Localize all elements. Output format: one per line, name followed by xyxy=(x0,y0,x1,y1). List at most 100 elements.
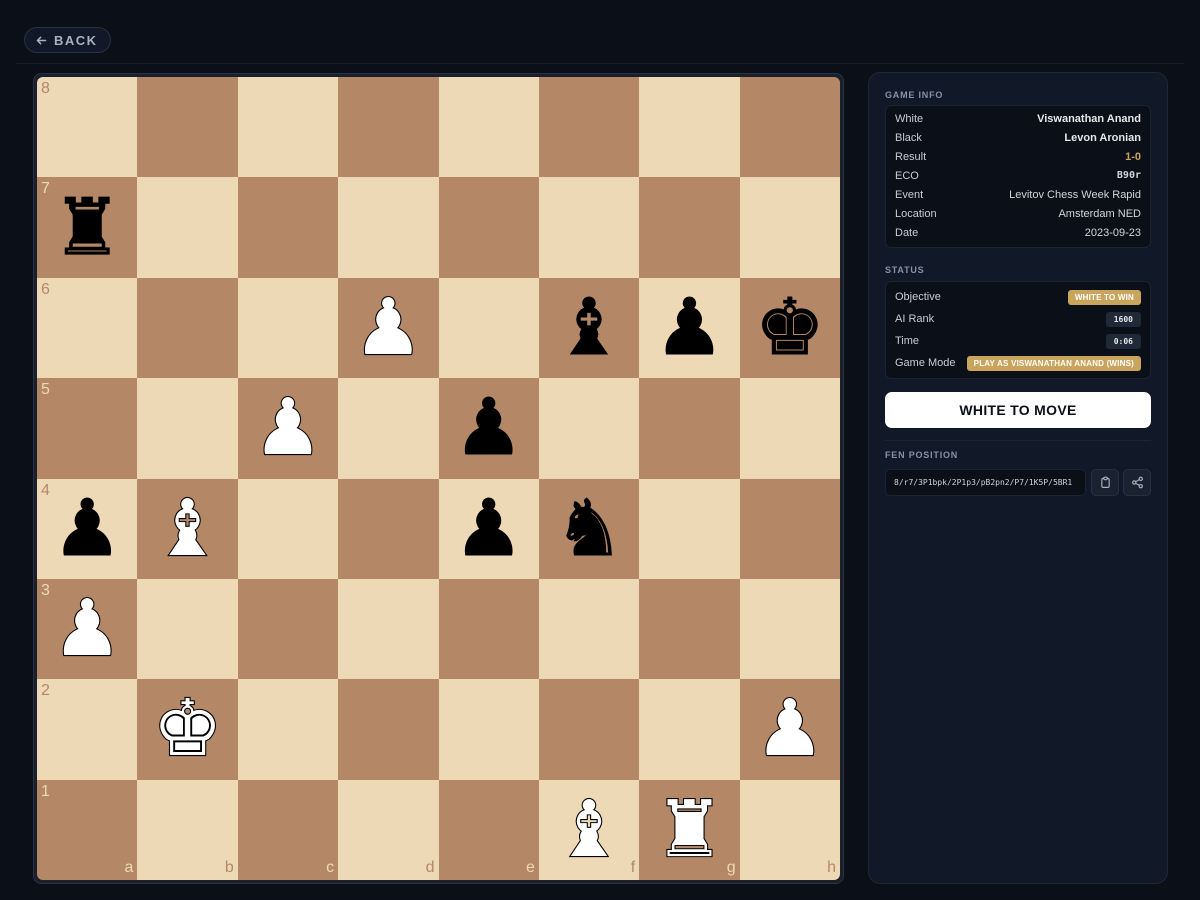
square-f7[interactable] xyxy=(538,177,640,278)
square-c5[interactable]: ♟ xyxy=(237,378,339,479)
square-c7[interactable] xyxy=(237,177,339,278)
square-h6[interactable]: ♚ xyxy=(739,277,840,379)
white-bishop-piece[interactable]: ♝ xyxy=(553,790,625,870)
square-e8[interactable] xyxy=(438,77,539,178)
square-c2[interactable] xyxy=(237,679,339,780)
square-b2[interactable]: ♚ xyxy=(137,679,238,780)
square-f8[interactable] xyxy=(538,77,640,178)
square-e3[interactable] xyxy=(438,578,539,680)
square-g1[interactable]: g ♜ xyxy=(639,779,740,880)
square-e4[interactable]: ♟ xyxy=(438,478,539,579)
white-bishop-piece[interactable]: ♝ xyxy=(151,489,223,569)
square-d3[interactable] xyxy=(338,578,439,680)
square-c4[interactable] xyxy=(237,478,339,579)
square-g2[interactable] xyxy=(639,679,740,780)
info-row-white: White Viswanathan Anand xyxy=(886,109,1150,128)
square-f3[interactable] xyxy=(538,578,640,680)
share-button[interactable] xyxy=(1123,469,1151,496)
square-d8[interactable] xyxy=(338,77,439,178)
file-label: d xyxy=(425,859,435,876)
black-pawn-piece[interactable]: ♟ xyxy=(654,288,725,367)
square-g7[interactable] xyxy=(639,177,740,278)
square-d2[interactable] xyxy=(338,679,439,780)
square-d1[interactable]: d xyxy=(338,779,439,880)
square-h2[interactable]: ♟ xyxy=(739,679,840,780)
rank-label: 2 xyxy=(41,682,50,700)
share-icon xyxy=(1131,476,1143,489)
square-g5[interactable] xyxy=(639,378,740,479)
black-rook-piece[interactable]: ♜ xyxy=(52,188,123,267)
square-b8[interactable] xyxy=(137,77,238,178)
rank-label: 8 xyxy=(41,80,50,97)
square-a4[interactable]: 4 ♟ xyxy=(37,478,138,579)
square-h3[interactable] xyxy=(739,578,840,680)
square-h1[interactable]: h xyxy=(739,779,840,880)
square-d4[interactable] xyxy=(338,478,439,579)
square-d6[interactable]: ♟ xyxy=(338,277,439,379)
square-d7[interactable] xyxy=(338,177,439,278)
black-pawn-piece[interactable]: ♟ xyxy=(453,389,524,468)
square-f1[interactable]: f ♝ xyxy=(538,779,640,880)
black-king-piece[interactable]: ♚ xyxy=(754,288,825,367)
square-b6[interactable] xyxy=(137,277,238,379)
square-g4[interactable] xyxy=(639,478,740,579)
square-h5[interactable] xyxy=(739,378,840,479)
info-key: White xyxy=(895,112,924,125)
square-e5[interactable]: ♟ xyxy=(438,378,539,479)
game-info-card: White Viswanathan Anand Black Levon Aronia… xyxy=(885,105,1151,248)
square-c6[interactable] xyxy=(237,277,339,379)
black-bishop-piece[interactable]: ♝ xyxy=(554,288,625,367)
square-f5[interactable] xyxy=(538,378,640,479)
square-a7[interactable]: 7 ♜ xyxy=(37,177,138,278)
square-g8[interactable] xyxy=(639,77,740,178)
square-a2[interactable]: 2 xyxy=(37,679,138,780)
file-label: c xyxy=(326,859,335,876)
turn-indicator-button[interactable]: WHITE TO MOVE xyxy=(885,392,1151,428)
square-a5[interactable]: 5 xyxy=(37,378,138,479)
status-card: Objective WHITE TO WIN AI Rank 1600 Time 0:… xyxy=(885,281,1151,379)
square-a8[interactable]: 8 xyxy=(37,77,138,178)
square-f6[interactable]: ♝ xyxy=(538,277,640,379)
white-pawn-piece[interactable]: ♟ xyxy=(51,589,123,669)
square-g6[interactable]: ♟ xyxy=(639,277,740,379)
square-h8[interactable] xyxy=(739,77,840,178)
white-king-piece[interactable]: ♚ xyxy=(151,689,223,769)
square-e2[interactable] xyxy=(438,679,539,780)
white-pawn-piece[interactable]: ♟ xyxy=(352,288,424,368)
square-d5[interactable] xyxy=(338,378,439,479)
rank-label: 5 xyxy=(41,381,50,399)
white-player: Viswanathan Anand xyxy=(1037,112,1141,125)
square-e1[interactable]: e xyxy=(438,779,539,880)
square-f2[interactable] xyxy=(538,679,640,780)
square-f4[interactable]: ♞ xyxy=(538,478,640,579)
square-h7[interactable] xyxy=(739,177,840,278)
square-c3[interactable] xyxy=(237,578,339,680)
square-h4[interactable] xyxy=(739,478,840,579)
fen-field[interactable]: 8/r7/3P1bpk/2P1p3/pB2pn2/P7/1K5P/5BR1 xyxy=(885,469,1086,496)
mode-badge: PLAY AS VISWANATHAN ANAND (WINS) xyxy=(966,355,1141,371)
white-pawn-piece[interactable]: ♟ xyxy=(252,388,324,468)
black-pawn-piece[interactable]: ♟ xyxy=(52,489,123,568)
square-c8[interactable] xyxy=(237,77,339,178)
info-row-eco: ECO B90r xyxy=(886,166,1150,185)
square-b1[interactable]: b xyxy=(137,779,238,880)
square-g3[interactable] xyxy=(639,578,740,680)
square-a6[interactable]: 6 xyxy=(37,277,138,379)
copy-fen-button[interactable] xyxy=(1091,469,1119,496)
square-b7[interactable] xyxy=(137,177,238,278)
square-a3[interactable]: 3 ♟ xyxy=(37,578,138,680)
black-pawn-piece[interactable]: ♟ xyxy=(453,489,524,568)
file-label: e xyxy=(525,859,535,876)
square-e7[interactable] xyxy=(438,177,539,278)
square-c1[interactable]: c xyxy=(237,779,339,880)
back-button[interactable]: BACK xyxy=(24,27,111,53)
white-rook-piece[interactable]: ♜ xyxy=(653,790,725,870)
square-b4[interactable]: ♝ xyxy=(137,478,238,579)
square-b5[interactable] xyxy=(137,378,238,479)
square-b3[interactable] xyxy=(137,578,238,680)
square-a1[interactable]: 1a xyxy=(37,779,138,880)
black-knight-piece[interactable]: ♞ xyxy=(554,489,625,568)
square-e6[interactable] xyxy=(438,277,539,379)
status-row-rank: AI Rank 1600 xyxy=(886,308,1150,330)
white-pawn-piece[interactable]: ♟ xyxy=(754,689,826,769)
